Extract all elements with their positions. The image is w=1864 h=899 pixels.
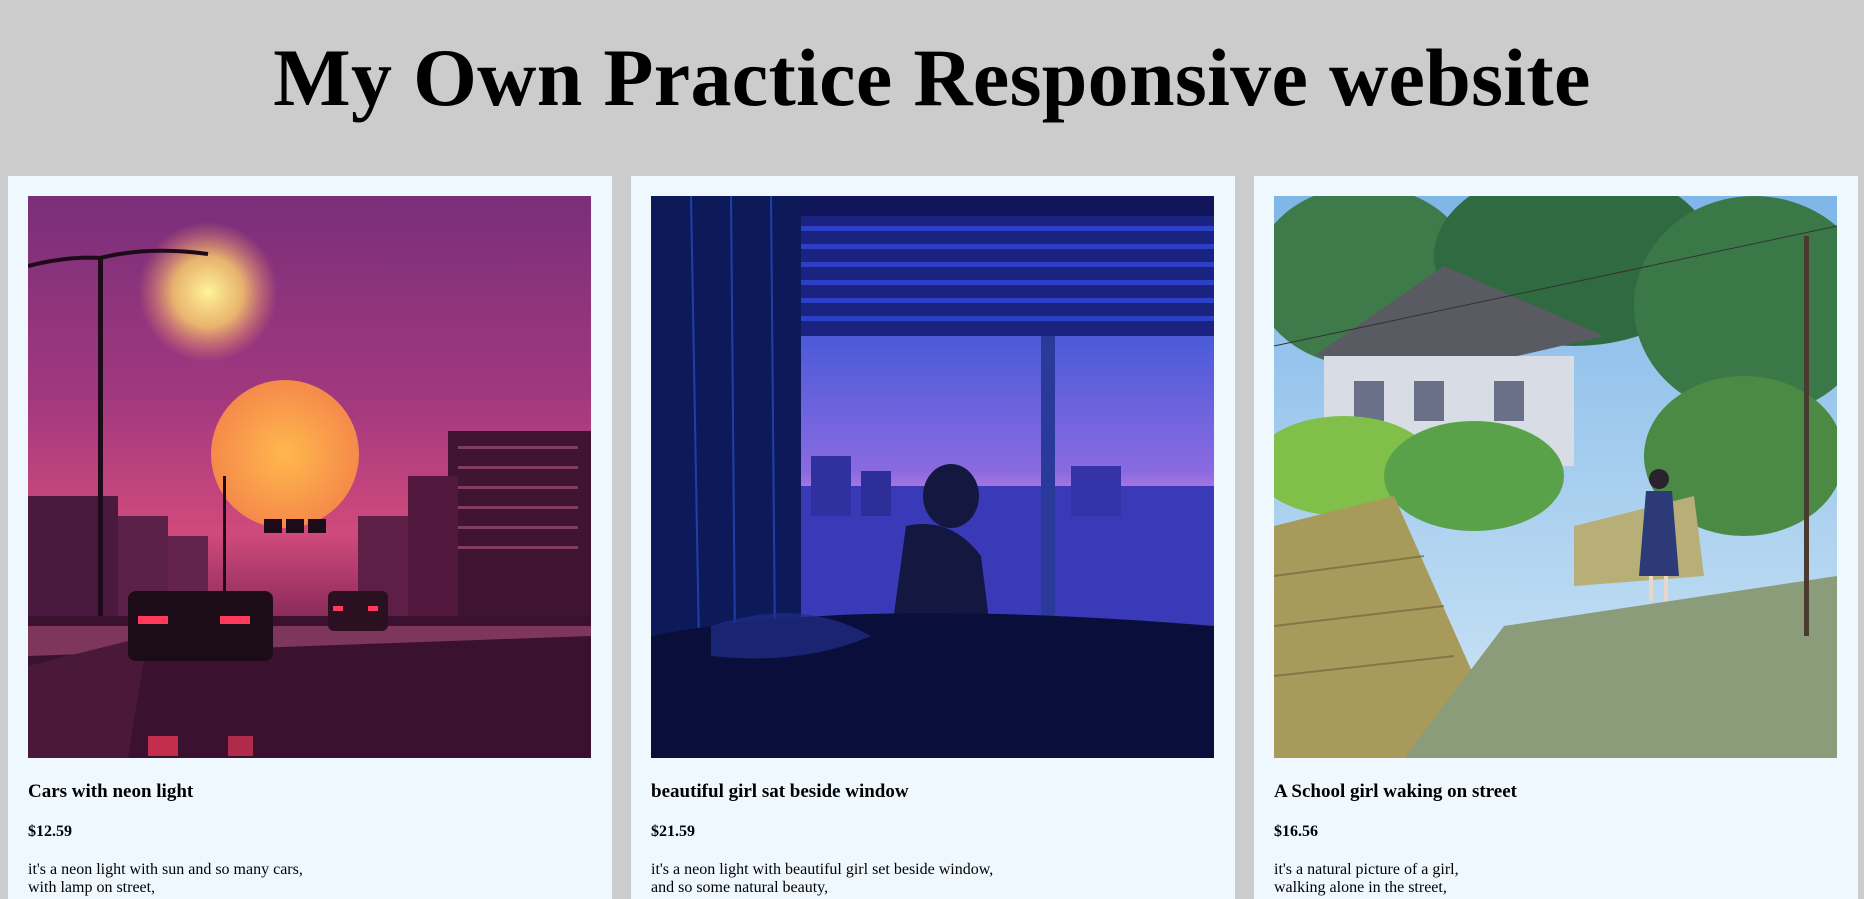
product-title: A School girl waking on street xyxy=(1274,781,1517,802)
product-price: $12.59 xyxy=(28,823,72,840)
product-description: it's a natural picture of a girl, walkin… xyxy=(1274,861,1838,897)
product-card: A School girl waking on street $16.56 it… xyxy=(1254,176,1858,899)
product-price: $21.59 xyxy=(651,823,695,840)
school-girl-street-image xyxy=(1274,196,1837,758)
product-card-grid: Cars with neon light $12.59 it's a neon … xyxy=(0,176,1864,899)
page-title: My Own Practice Responsive website xyxy=(273,32,1591,123)
product-description-line: with lamp on street, xyxy=(28,879,156,896)
product-description: it's a neon light with beautiful girl se… xyxy=(651,861,1215,897)
product-description: it's a neon light with sun and so many c… xyxy=(28,861,592,897)
girl-beside-window-night-image xyxy=(651,196,1214,758)
product-description-line: it's a neon light with sun and so many c… xyxy=(28,861,303,878)
product-description-line: it's a neon light with beautiful girl se… xyxy=(651,861,994,878)
product-description-line: it's a natural picture of a girl, xyxy=(1274,861,1459,878)
product-title: Cars with neon light xyxy=(28,781,194,802)
product-description-line: and so some natural beauty, xyxy=(651,879,829,896)
product-card: beautiful girl sat beside window $21.59 … xyxy=(631,176,1235,899)
neon-highway-sunset-image xyxy=(28,196,591,758)
product-card: Cars with neon light $12.59 it's a neon … xyxy=(8,176,612,899)
product-description-line: walking alone in the street, xyxy=(1274,879,1447,896)
product-title: beautiful girl sat beside window xyxy=(651,781,909,802)
product-price: $16.56 xyxy=(1274,823,1318,840)
